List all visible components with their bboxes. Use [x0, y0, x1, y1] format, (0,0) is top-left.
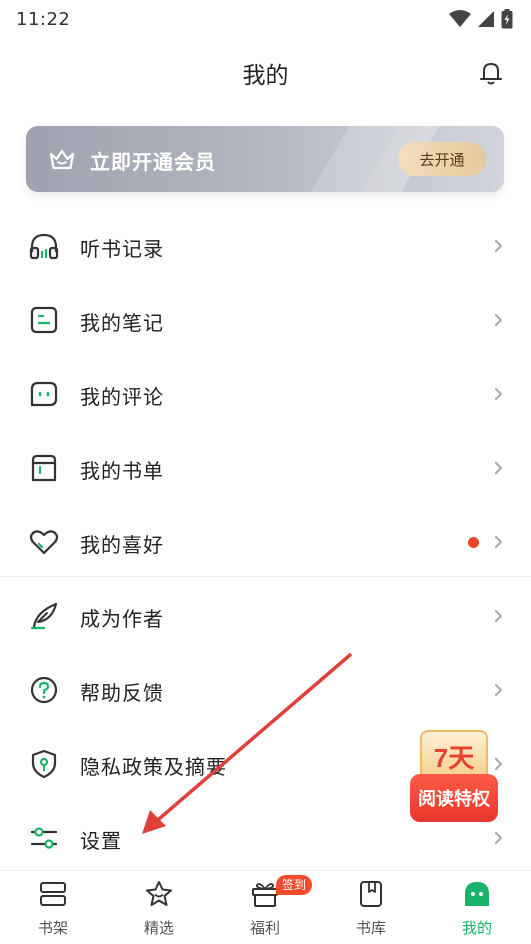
nav-item-featured[interactable]: 精选 [106, 871, 212, 944]
nav-item-bookshelf[interactable]: 书架 [0, 871, 106, 944]
promo-label-box: 阅读特权 [410, 774, 498, 822]
chevron-right-icon [495, 832, 502, 844]
privacy-shield-icon [31, 749, 57, 779]
wifi-icon [449, 10, 471, 27]
settings-sliders-icon [30, 827, 58, 849]
nav-item-label: 书库 [355, 919, 386, 937]
vip-banner-text: 立即开通会员 [90, 150, 216, 174]
profile-icon [465, 882, 489, 906]
comment-icon [30, 381, 58, 407]
star-icon [146, 881, 172, 906]
menu-item-label: 我的书单 [80, 459, 164, 483]
menu-item-label: 帮助反馈 [80, 681, 164, 705]
menu-item-label: 设置 [80, 829, 122, 853]
chevron-right-icon [495, 536, 502, 548]
headphones-icon [29, 233, 59, 260]
menu-item-become-author[interactable]: 成为作者 [0, 580, 531, 654]
booklist-icon [31, 454, 57, 482]
status-icons [449, 9, 513, 29]
nav-item-label: 福利 [249, 919, 280, 937]
menu-item-label: 我的喜好 [80, 533, 164, 557]
note-icon [30, 306, 58, 334]
signal-icon [478, 11, 494, 27]
sign-in-badge: 签到 [276, 875, 313, 895]
bookshelf-icon [40, 882, 66, 906]
status-time: 11:22 [16, 8, 71, 30]
menu-item-label: 隐私政策及摘要 [80, 755, 227, 779]
crown-icon [49, 149, 75, 170]
menu-item-label: 听书记录 [80, 237, 164, 261]
menu-item-help-feedback[interactable]: 帮助反馈 [0, 654, 531, 728]
vip-banner[interactable]: 立即开通会员 去开通 [26, 126, 504, 192]
promo-text: 阅读特权 [418, 789, 490, 810]
nav-item-label: 我的 [461, 919, 492, 937]
nav-item-welfare[interactable]: 签到 福利 [212, 871, 318, 944]
page-title: 我的 [242, 63, 289, 89]
header: 我的 [0, 38, 531, 106]
chevron-right-icon [495, 462, 502, 474]
open-vip-button[interactable]: 去开通 [398, 142, 486, 176]
section-divider [0, 576, 531, 577]
status-bar: 11:22 [0, 0, 531, 38]
menu-item-label: 我的笔记 [80, 311, 164, 335]
menu-item-label: 成为作者 [80, 607, 164, 631]
heart-icon [29, 530, 59, 555]
chevron-right-icon [495, 610, 502, 622]
help-icon [30, 676, 58, 704]
bottom-nav: 书架 精选 签到 福利 书库 我的 [0, 870, 531, 944]
nav-item-label: 精选 [143, 919, 174, 937]
battery-icon [501, 9, 513, 29]
menu-item-label: 我的评论 [80, 385, 164, 409]
promo-days: 7天 [433, 743, 475, 773]
chevron-right-icon [495, 240, 502, 252]
book-icon [360, 881, 382, 907]
nav-item-profile[interactable]: 我的 [424, 871, 530, 944]
chevron-right-icon [495, 684, 502, 696]
menu-item-booklist[interactable]: 我的书单 [0, 432, 531, 506]
chevron-right-icon [495, 314, 502, 326]
menu-item-listening-history[interactable]: 听书记录 [0, 210, 531, 284]
nav-item-label: 书架 [37, 919, 68, 937]
menu-item-comments[interactable]: 我的评论 [0, 358, 531, 432]
nav-item-library[interactable]: 书库 [318, 871, 424, 944]
menu-item-notes[interactable]: 我的笔记 [0, 284, 531, 358]
feather-pen-icon [30, 602, 58, 630]
bell-icon[interactable] [476, 58, 506, 88]
notification-dot [468, 537, 479, 548]
reading-privilege-promo[interactable]: 7天 阅读特权 [410, 730, 498, 824]
chevron-right-icon [495, 388, 502, 400]
promo-days-badge: 7天 [420, 730, 488, 780]
menu-item-preferences[interactable]: 我的喜好 [0, 506, 531, 580]
